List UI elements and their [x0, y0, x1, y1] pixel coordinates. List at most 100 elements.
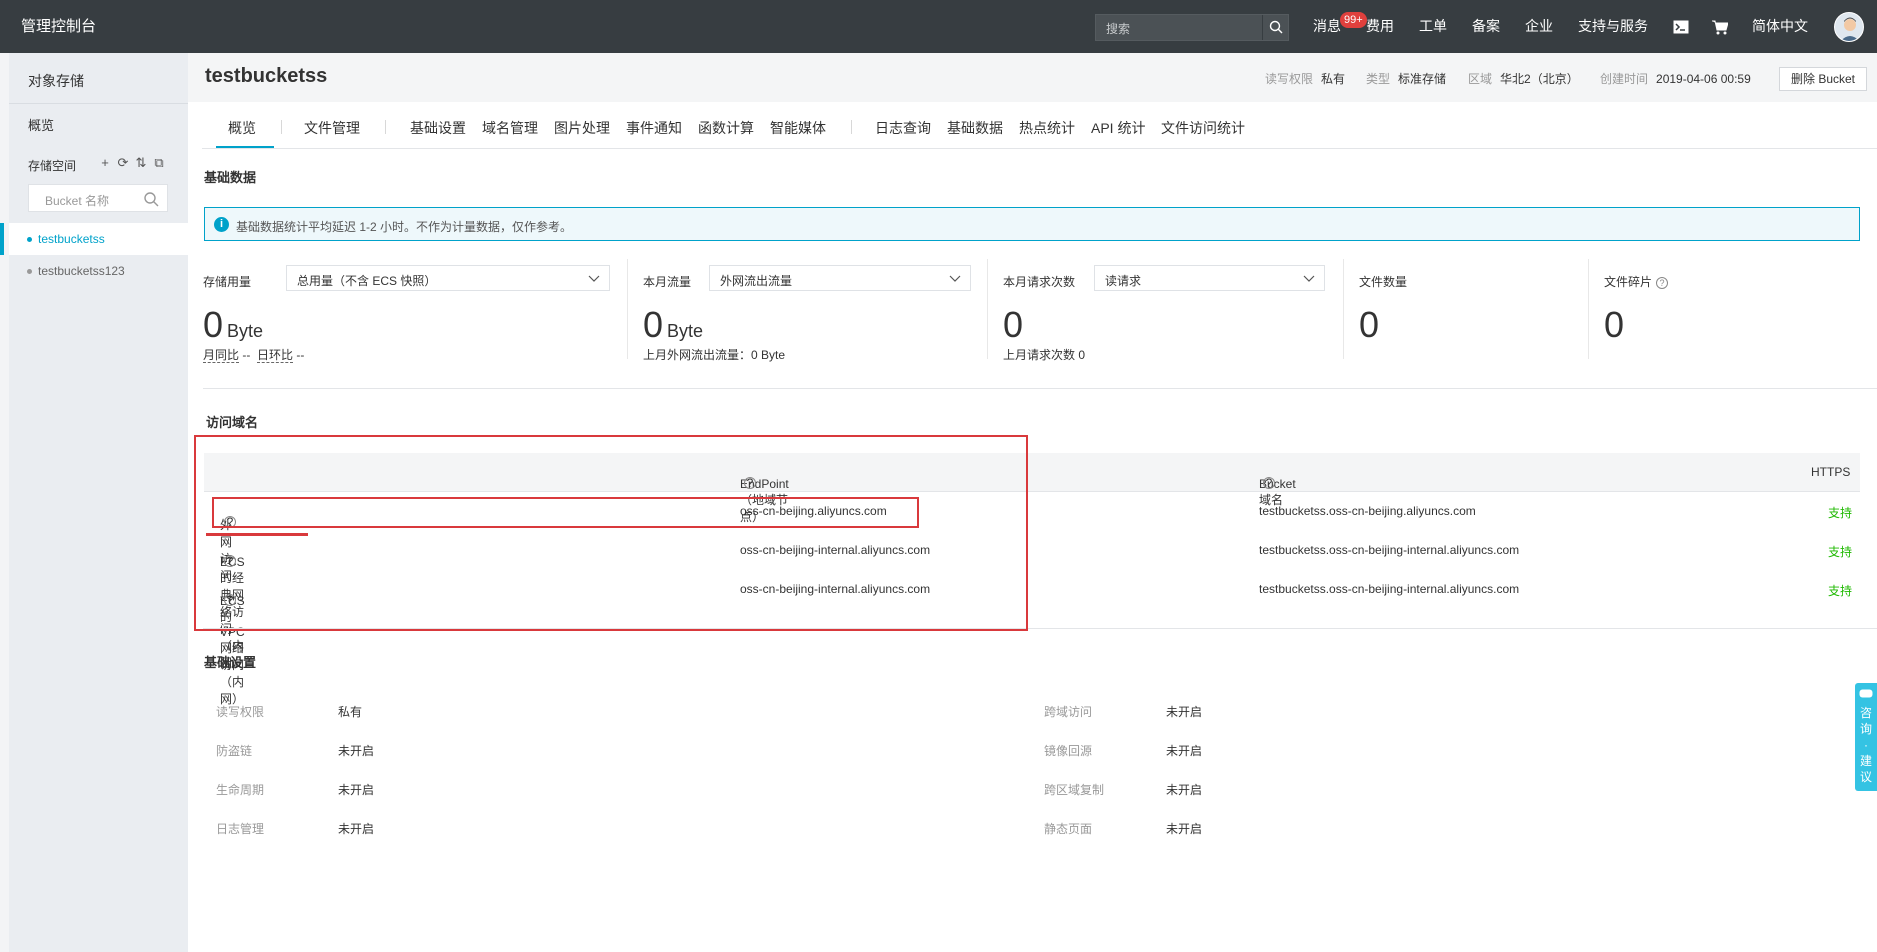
nav-tickets[interactable]: 工单: [1419, 0, 1447, 53]
setting-cors: 跨域访问 未开启: [1044, 705, 1203, 719]
search-icon[interactable]: [143, 191, 159, 207]
bucket-name: testbucketss: [38, 232, 105, 246]
info-notice: i 基础数据统计平均延迟 1-2 小时。不作为计量数据，仅作参考。: [204, 207, 1860, 241]
sidebar-item-bucket-testbucketss[interactable]: testbucketss: [0, 223, 188, 255]
stat-comparison: 月同比 -- 日环比 --: [203, 348, 305, 363]
help-icon[interactable]: ?: [1656, 277, 1669, 289]
terminal-icon[interactable]: [1673, 0, 1689, 53]
stat-fragments: 文件碎片? 0: [1589, 259, 1877, 359]
nav-icp-filing[interactable]: 备案: [1472, 0, 1500, 53]
section-title-basic-data: 基础数据: [204, 170, 257, 185]
chevron-down-icon: [588, 275, 600, 282]
header-region: 区域 华北2（北京）: [1468, 72, 1579, 86]
storage-type-select[interactable]: 总用量（不含 ECS 快照）: [286, 265, 610, 291]
select-value: 外网流出流量: [720, 274, 793, 288]
bucket-name: testbucketss123: [38, 264, 125, 278]
top-navigation-bar: 管理控制台 搜索 消息 99+ 费用 工单 备案 企业 支持与服务 简体中文: [0, 0, 1877, 53]
stat-value: 0: [1003, 304, 1024, 345]
bucket-list-label: 存储空间: [28, 159, 77, 173]
https-status: 支持: [1828, 506, 1853, 520]
stat-label: 文件碎片?: [1604, 273, 1669, 290]
expand-icon[interactable]: ⧉: [150, 154, 168, 172]
stat-value: 0 Byte: [643, 304, 704, 345]
info-notice-text: 基础数据统计平均延迟 1-2 小时。不作为计量数据，仅作参考。: [236, 220, 573, 234]
tab-smart-media[interactable]: 智能媒体: [770, 118, 826, 138]
help-icon[interactable]: ?: [1263, 477, 1275, 489]
chevron-down-icon: [949, 275, 961, 282]
feedback-float-button[interactable]: 咨询·建议: [1855, 683, 1877, 791]
tab-file-management[interactable]: 文件管理: [304, 118, 360, 138]
tab-overview[interactable]: 概览: [228, 118, 256, 138]
user-avatar[interactable]: [1834, 12, 1864, 42]
search-button[interactable]: [1262, 15, 1288, 40]
chevron-down-icon: [1303, 275, 1315, 282]
setting-static-page: 静态页面 未开启: [1044, 822, 1203, 836]
tab-log-query[interactable]: 日志查询: [875, 118, 931, 138]
nav-messages[interactable]: 消息: [1313, 0, 1341, 53]
sort-icon[interactable]: ⇅: [132, 154, 150, 172]
message-count-badge: 99+: [1340, 12, 1367, 28]
bucket-search-input[interactable]: Bucket 名称: [28, 184, 168, 212]
tab-bar-divider: [202, 148, 1877, 149]
console-brand-link[interactable]: 管理控制台: [21, 0, 96, 53]
setting-lifecycle: 生命周期 未开启: [216, 783, 375, 797]
https-status: 支持: [1828, 584, 1853, 598]
traffic-type-select[interactable]: 外网流出流量: [709, 265, 971, 291]
tab-divider: [851, 120, 852, 134]
tab-basic-settings[interactable]: 基础设置: [410, 118, 466, 138]
refresh-icon[interactable]: ⟳: [114, 154, 132, 172]
bucket-toolbar: + ⟳ ⇅ ⧉: [96, 154, 168, 172]
sidebar-divider: [9, 103, 188, 104]
request-type-select[interactable]: 读请求: [1094, 265, 1325, 291]
info-icon: i: [214, 217, 229, 232]
bucket-header: testbucketss 读写权限 私有 类型 标准存储 区域 华北2（北京） 创建时…: [188, 53, 1877, 102]
tab-event-notification[interactable]: 事件通知: [626, 118, 682, 138]
header-acl: 读写权限 私有: [1265, 72, 1346, 86]
tab-function-compute[interactable]: 函数计算: [698, 118, 754, 138]
stat-storage: 存储用量 总用量（不含 ECS 快照） 0 Byte 月同比 -- 日环比 --: [188, 259, 628, 363]
setting-mirror-origin: 镜像回源 未开启: [1044, 744, 1203, 758]
setting-cross-region-replication: 跨区域复制 未开启: [1044, 783, 1203, 797]
delete-bucket-button[interactable]: 删除 Bucket: [1779, 67, 1867, 91]
nav-support[interactable]: 支持与服务: [1578, 0, 1648, 53]
header-storage-type: 类型 标准存储: [1366, 72, 1447, 86]
setting-logging: 日志管理 未开启: [216, 822, 375, 836]
nav-enterprise[interactable]: 企业: [1525, 0, 1553, 53]
language-switch[interactable]: 简体中文: [1752, 0, 1808, 53]
chat-icon: [1859, 689, 1873, 698]
setting-acl: 读写权限 私有: [216, 705, 363, 719]
tab-api-stats[interactable]: API 统计: [1091, 118, 1145, 138]
bucket-domain-value: testbucketss.oss-cn-beijing-internal.ali…: [1259, 543, 1520, 557]
sidebar-item-overview[interactable]: 概览: [28, 115, 54, 134]
tab-basic-data[interactable]: 基础数据: [947, 118, 1003, 138]
stat-label: 本月流量: [643, 275, 692, 289]
section-title-basic-settings: 基础设置: [204, 655, 257, 670]
bucket-search-placeholder: Bucket 名称: [45, 194, 110, 208]
bucket-domain-value: testbucketss.oss-cn-beijing-internal.ali…: [1259, 582, 1520, 596]
search-placeholder: 搜索: [1106, 22, 1131, 36]
tab-domain-management[interactable]: 域名管理: [482, 118, 538, 138]
feedback-label: 咨询·建议: [1859, 706, 1872, 784]
tab-hotspot-stats[interactable]: 热点统计: [1019, 118, 1075, 138]
nav-billing[interactable]: 费用: [1366, 0, 1394, 53]
global-search-input[interactable]: 搜索: [1095, 14, 1289, 41]
tab-file-access-stats[interactable]: 文件访问统计: [1161, 118, 1245, 138]
annotation-underline: [206, 533, 308, 536]
annotation-box-domains: [194, 435, 1028, 631]
sidebar-collapse-strip[interactable]: [0, 53, 9, 952]
bullet-icon: [27, 237, 32, 243]
sidebar: 对象存储 概览 存储空间 + ⟳ ⇅ ⧉ Bucket 名称 testbucketss…: [0, 53, 188, 952]
tab-image-processing[interactable]: 图片处理: [554, 118, 610, 138]
stat-previous: 上月请求次数 0: [1003, 348, 1086, 362]
search-icon: [1269, 20, 1283, 34]
sidebar-item-bucket-testbucketss123[interactable]: testbucketss123: [9, 255, 188, 287]
add-bucket-icon[interactable]: +: [96, 154, 114, 172]
select-value: 读请求: [1105, 274, 1142, 288]
cart-icon[interactable]: [1712, 0, 1729, 53]
annotation-box-public-endpoint: [212, 497, 919, 528]
stat-value: 0: [1359, 304, 1380, 345]
https-status: 支持: [1828, 545, 1853, 559]
select-value: 总用量（不含 ECS 快照）: [297, 274, 437, 288]
section-divider: [203, 388, 1877, 389]
stat-requests: 本月请求次数 读请求 0 上月请求次数 0: [988, 259, 1343, 362]
